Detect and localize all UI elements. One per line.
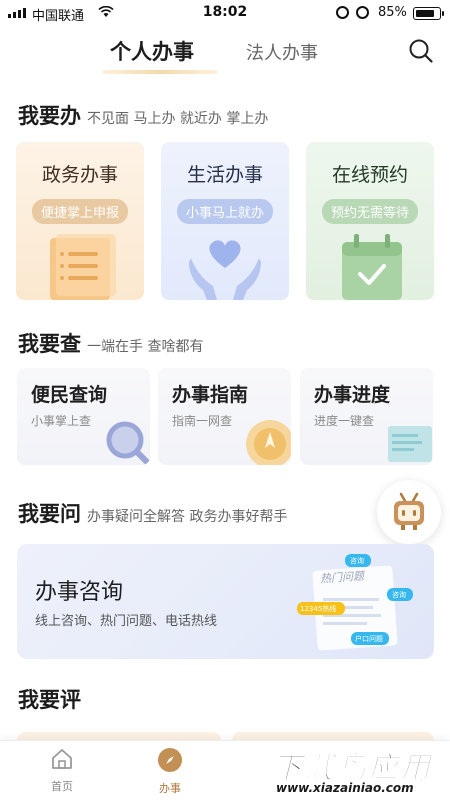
section-title: 我要问 bbox=[18, 501, 81, 526]
card-online-booking[interactable]: 在线预约 预约无需等待 bbox=[306, 142, 434, 300]
card-title: 办事指南 bbox=[172, 384, 249, 406]
card-title: 生活办事 bbox=[186, 164, 263, 186]
status-bar: 中国联通 18:02 85% bbox=[0, 0, 450, 28]
section-rate-header: 我要评 bbox=[18, 684, 81, 714]
home-icon bbox=[52, 749, 72, 769]
section-query-header: 我要查 一端在手 查啥都有 bbox=[18, 328, 203, 358]
compass-icon bbox=[246, 420, 291, 465]
card-progress[interactable]: 办事进度 进度一键查 bbox=[300, 368, 433, 465]
banner-title: 办事咨询 bbox=[35, 580, 124, 605]
assistant-robot-button[interactable] bbox=[377, 480, 441, 544]
nav-home[interactable]: 首页 bbox=[32, 747, 92, 794]
scroll-document-icon bbox=[388, 426, 432, 462]
card-subtitle: 指南一网查 bbox=[172, 414, 233, 428]
watermark: 下载鸟应用 www.xiazainiao.com bbox=[268, 737, 450, 800]
card-tag: 便捷掌上申报 bbox=[31, 199, 128, 224]
compass-icon bbox=[158, 748, 182, 772]
magnifier-icon bbox=[106, 421, 150, 465]
tab-personal[interactable]: 个人办事 bbox=[110, 36, 194, 66]
section-subtitle: 办事疑问全解答 政务办事好帮手 bbox=[87, 509, 288, 525]
card-tag: 小事马上就办 bbox=[176, 199, 273, 224]
consult-banner[interactable]: 办事咨询 线上咨询、热门问题、电话热线 热门问题 咨询 咨询 12345热线 户… bbox=[17, 544, 434, 659]
card-tag: 预约无需等待 bbox=[321, 199, 418, 224]
robot-icon bbox=[394, 492, 424, 530]
section-title: 我要查 bbox=[18, 331, 81, 356]
active-tab-indicator bbox=[102, 70, 218, 74]
section-subtitle: 一端在手 查啥都有 bbox=[87, 339, 204, 355]
section-title: 我要办 bbox=[18, 103, 81, 128]
faq-illustration bbox=[297, 554, 413, 651]
card-service-guide[interactable]: 办事指南 指南一网查 bbox=[158, 368, 291, 465]
search-icon[interactable] bbox=[408, 38, 434, 64]
battery-percent: 85% bbox=[378, 5, 407, 20]
bubble-hotline: 12345热线 bbox=[300, 605, 337, 613]
card-title: 便民查询 bbox=[31, 384, 108, 406]
banner-subtitle: 线上咨询、热门问题、电话热线 bbox=[35, 614, 218, 629]
tab-corporate[interactable]: 法人办事 bbox=[246, 39, 318, 65]
nav-business[interactable]: 办事 bbox=[140, 747, 200, 796]
calendar-check-icon bbox=[342, 234, 402, 300]
bubble-consult: 咨询 bbox=[350, 557, 364, 565]
document-list-icon bbox=[50, 234, 116, 300]
card-subtitle: 进度一键查 bbox=[314, 414, 375, 428]
card-gov-affairs[interactable]: 政务办事 便捷掌上申报 bbox=[16, 142, 144, 300]
battery-icon bbox=[413, 7, 444, 20]
hot-questions-label: 热门问题 bbox=[319, 569, 365, 586]
rotation-lock-icon bbox=[336, 6, 349, 19]
card-title: 在线预约 bbox=[331, 164, 408, 186]
alarm-icon bbox=[356, 6, 369, 19]
card-life-affairs[interactable]: 生活办事 小事马上就办 bbox=[161, 142, 289, 300]
section-subtitle: 不见面 马上办 就近办 掌上办 bbox=[87, 111, 269, 127]
top-tabs: 个人办事 法人办事 bbox=[0, 34, 450, 74]
nav-home-label: 首页 bbox=[51, 780, 73, 793]
card-title: 办事进度 bbox=[314, 384, 391, 406]
card-subtitle: 小事掌上查 bbox=[31, 414, 92, 428]
bubble-guide: 咨询 bbox=[392, 591, 406, 599]
card-public-query[interactable]: 便民查询 小事掌上查 bbox=[17, 368, 150, 465]
card-title: 政务办事 bbox=[41, 164, 118, 186]
watermark-url: www.xiazainiao.com bbox=[276, 781, 414, 795]
hands-heart-icon bbox=[189, 240, 261, 300]
bubble-faq: 户口问题 bbox=[355, 635, 383, 643]
section-do-header: 我要办 不见面 马上办 就近办 掌上办 bbox=[18, 100, 268, 130]
section-ask-header: 我要问 办事疑问全解答 政务办事好帮手 bbox=[18, 498, 287, 528]
section-title: 我要评 bbox=[18, 687, 81, 712]
nav-business-label: 办事 bbox=[159, 782, 181, 795]
